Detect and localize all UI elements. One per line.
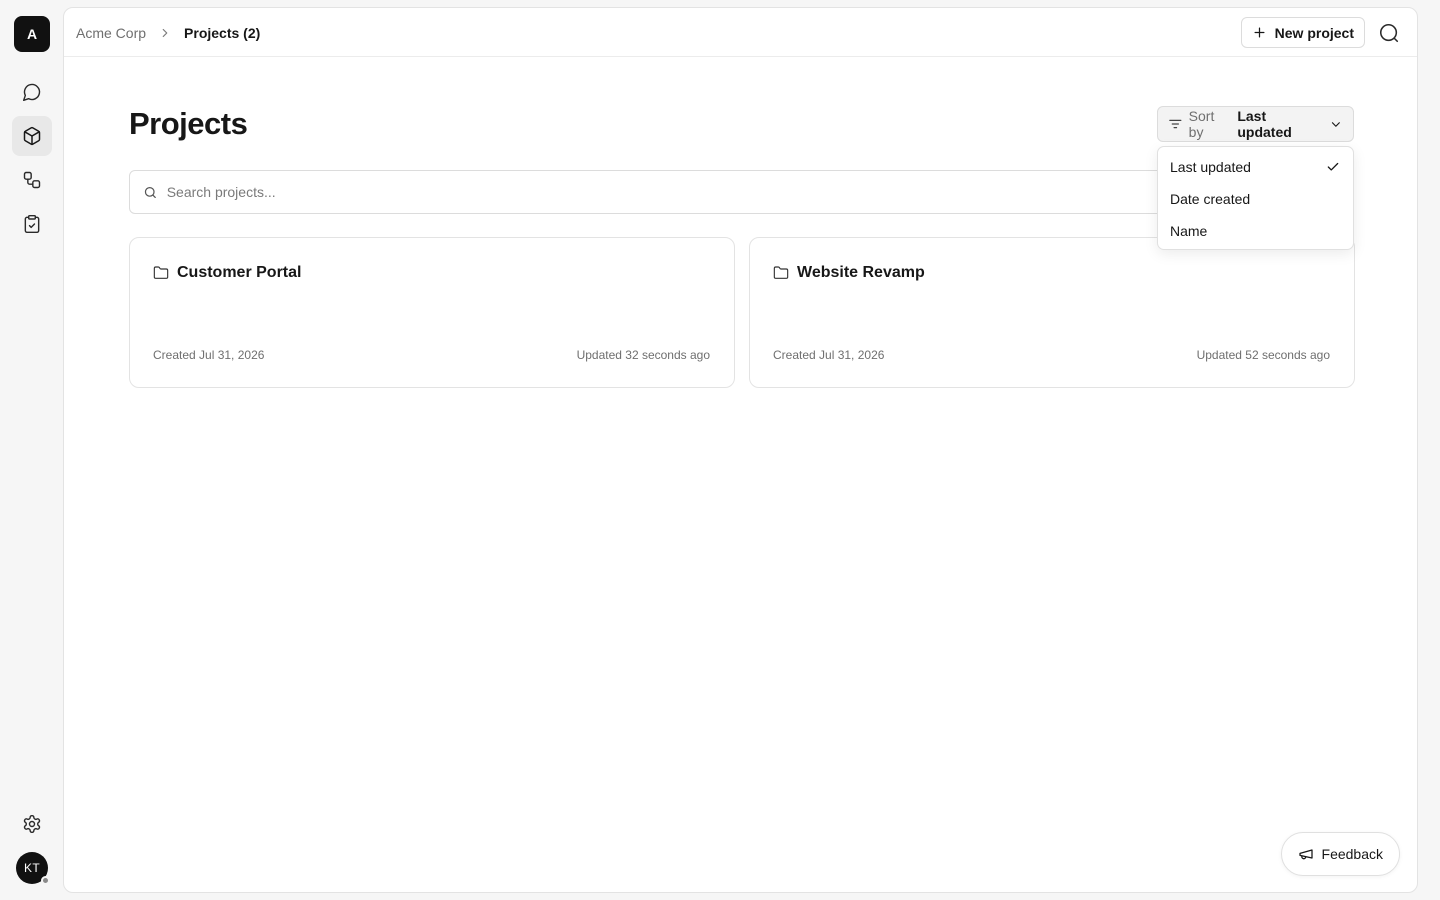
page-title: Projects: [129, 106, 248, 141]
rail-item-workflows[interactable]: [12, 160, 52, 200]
sort-button[interactable]: Sort by Last updated: [1157, 106, 1354, 142]
sort-value: Last updated: [1237, 108, 1292, 140]
gear-icon: [23, 814, 41, 834]
check-icon: [1327, 162, 1339, 171]
chat-bubble-icon: [22, 83, 41, 102]
sort-option-label: Date created: [1170, 191, 1251, 207]
feedback-button[interactable]: Feedback: [1280, 832, 1400, 876]
project-name: Customer Portal: [177, 264, 302, 281]
cube-icon: [23, 126, 41, 146]
plus-icon: [1254, 27, 1265, 38]
workspace-avatar[interactable]: A: [14, 16, 50, 52]
project-updated: Updated 52 seconds ago: [1196, 348, 1330, 362]
chevron-right-icon: [158, 26, 172, 40]
feedback-label: Feedback: [1321, 846, 1383, 862]
rail-item-chat[interactable]: [12, 72, 52, 112]
chevron-down-icon: [1332, 121, 1341, 127]
sort-option-label: Name: [1170, 223, 1208, 239]
project-title: Customer Portal: [153, 264, 301, 282]
rail-item-projects[interactable]: [12, 116, 52, 156]
breadcrumb-root[interactable]: Acme Corp: [76, 25, 146, 41]
sort-option-label: Last updated: [1170, 159, 1251, 175]
left-rail: A KT: [0, 0, 64, 900]
project-card-website-revamp[interactable]: Website Revamp Created Jul 31, 2026 Upda…: [749, 237, 1355, 388]
new-project-button[interactable]: New project: [1240, 17, 1365, 48]
rail-item-tasks[interactable]: [12, 204, 52, 244]
project-created: Created Jul 31, 2026: [153, 348, 265, 362]
folder-icon: [773, 266, 789, 279]
project-updated: Updated 32 seconds ago: [576, 348, 710, 362]
workflow-icon: [23, 171, 41, 189]
sort-option-last-updated[interactable]: Last updated: [1158, 151, 1353, 183]
rail-item-settings[interactable]: [12, 804, 52, 844]
sort-prefix: Sort by: [1188, 108, 1215, 140]
breadcrumb: Acme Corp Projects (2): [76, 8, 260, 57]
user-avatar[interactable]: KT: [16, 852, 50, 885]
sort-dropdown-menu: Last updated Date created Name: [1157, 146, 1354, 250]
top-bar: Acme Corp Projects (2) New project: [64, 8, 1417, 57]
sort-option-name[interactable]: Name: [1158, 215, 1353, 247]
search-icon: [144, 186, 156, 198]
main-panel: Acme Corp Projects (2) New project Proje…: [63, 7, 1418, 893]
project-created: Created Jul 31, 2026: [773, 348, 885, 362]
megaphone-icon: [1298, 849, 1313, 860]
project-title: Website Revamp: [773, 264, 925, 282]
sort-option-date-created[interactable]: Date created: [1158, 183, 1353, 215]
clipboard-check-icon: [24, 214, 40, 234]
user-initials: KT: [24, 861, 40, 875]
breadcrumb-current: Projects (2): [184, 24, 261, 41]
filter-lines-icon: [1169, 119, 1182, 129]
folder-icon: [153, 266, 169, 279]
project-card-customer-portal[interactable]: Customer Portal Created Jul 31, 2026 Upd…: [129, 237, 735, 388]
new-project-label: New project: [1274, 24, 1354, 41]
project-name: Website Revamp: [797, 264, 925, 281]
workspace-initial: A: [26, 26, 38, 42]
chat-search-button[interactable]: [1377, 21, 1401, 45]
status-dot: [41, 876, 50, 885]
circle-search-icon: [1379, 23, 1399, 43]
